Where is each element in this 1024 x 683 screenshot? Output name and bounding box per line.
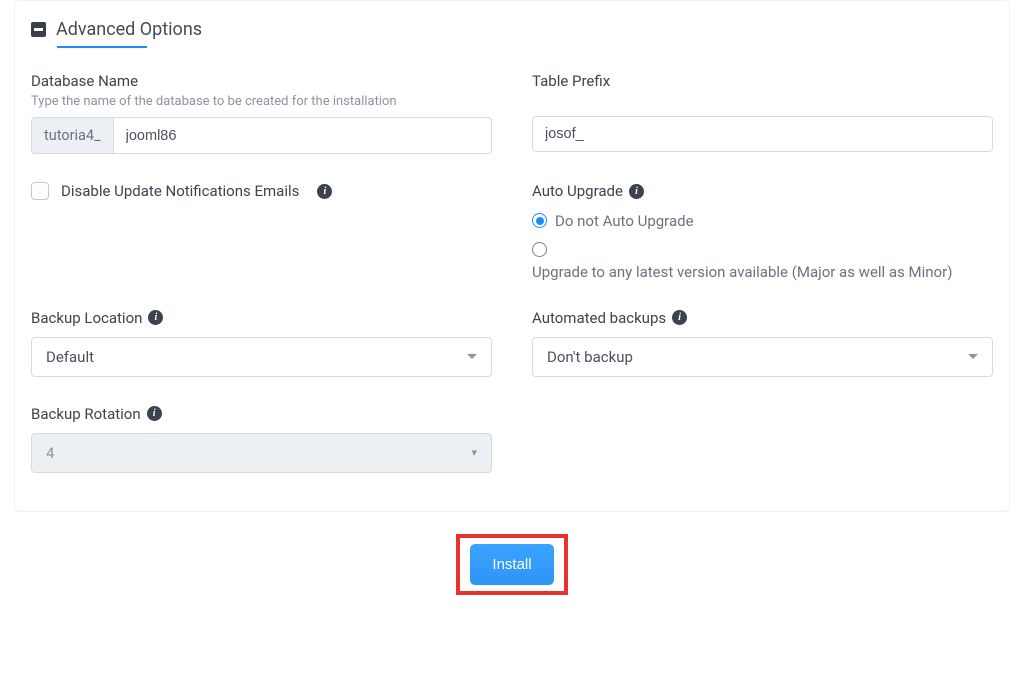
backup-location-select[interactable]: Default [31, 337, 492, 377]
table-prefix-label: Table Prefix [532, 72, 993, 90]
table-prefix-field: Table Prefix [532, 72, 993, 154]
database-name-label: Database Name [31, 72, 492, 90]
backup-rotation-field: Backup Rotation i 4 ▾ [31, 405, 492, 473]
auto-upgrade-field: Auto Upgrade i Do not Auto Upgrade Upgra… [532, 182, 993, 281]
install-highlight-box: Install [456, 534, 567, 595]
info-icon[interactable]: i [672, 310, 687, 325]
database-name-help: Type the name of the database to be crea… [31, 94, 492, 109]
collapse-icon[interactable] [31, 22, 46, 37]
auto-upgrade-radio-none[interactable] [532, 213, 547, 228]
database-name-field: Database Name Type the name of the datab… [31, 72, 492, 154]
chevron-down-icon [968, 354, 978, 359]
info-icon[interactable]: i [148, 310, 163, 325]
auto-upgrade-option-none: Do not Auto Upgrade [555, 210, 694, 233]
auto-upgrade-label: Auto Upgrade [532, 182, 623, 200]
row-backup2: Backup Rotation i 4 ▾ [31, 405, 993, 473]
active-tab-indicator [57, 46, 147, 48]
section-title: Advanced Options [56, 19, 202, 40]
info-icon[interactable]: i [147, 406, 162, 421]
automated-backups-value: Don't backup [547, 348, 633, 366]
install-button[interactable]: Install [470, 544, 553, 585]
chevron-updown-icon: ▾ [471, 446, 477, 459]
database-prefix: tutoria4_ [31, 117, 113, 154]
automated-backups-label: Automated backups [532, 309, 666, 327]
auto-upgrade-option-latest: Upgrade to any latest version available … [532, 263, 993, 281]
section-header[interactable]: Advanced Options [31, 19, 993, 40]
disable-notifications-field: Disable Update Notifications Emails i [31, 182, 492, 281]
backup-rotation-select[interactable]: 4 ▾ [31, 433, 492, 473]
chevron-down-icon [467, 354, 477, 359]
backup-location-label: Backup Location [31, 309, 142, 327]
automated-backups-select[interactable]: Don't backup [532, 337, 993, 377]
row-backup1: Backup Location i Default Automated back… [31, 309, 993, 377]
disable-notifications-label: Disable Update Notifications Emails [61, 182, 299, 200]
automated-backups-field: Automated backups i Don't backup [532, 309, 993, 377]
info-icon[interactable]: i [629, 184, 644, 199]
row-db: Database Name Type the name of the datab… [31, 72, 993, 154]
backup-location-field: Backup Location i Default [31, 309, 492, 377]
disable-notifications-checkbox[interactable] [31, 182, 49, 200]
advanced-options-card: Advanced Options Database Name Type the … [14, 0, 1010, 512]
info-icon[interactable]: i [317, 184, 332, 199]
backup-rotation-label: Backup Rotation [31, 405, 141, 423]
backup-rotation-value: 4 [46, 444, 54, 462]
footer: Install [0, 534, 1024, 595]
auto-upgrade-radio-latest[interactable] [532, 242, 547, 257]
table-prefix-input[interactable] [532, 116, 993, 152]
row-upgrade: Disable Update Notifications Emails i Au… [31, 182, 993, 281]
backup-location-value: Default [46, 348, 94, 366]
database-name-input[interactable] [113, 117, 492, 154]
